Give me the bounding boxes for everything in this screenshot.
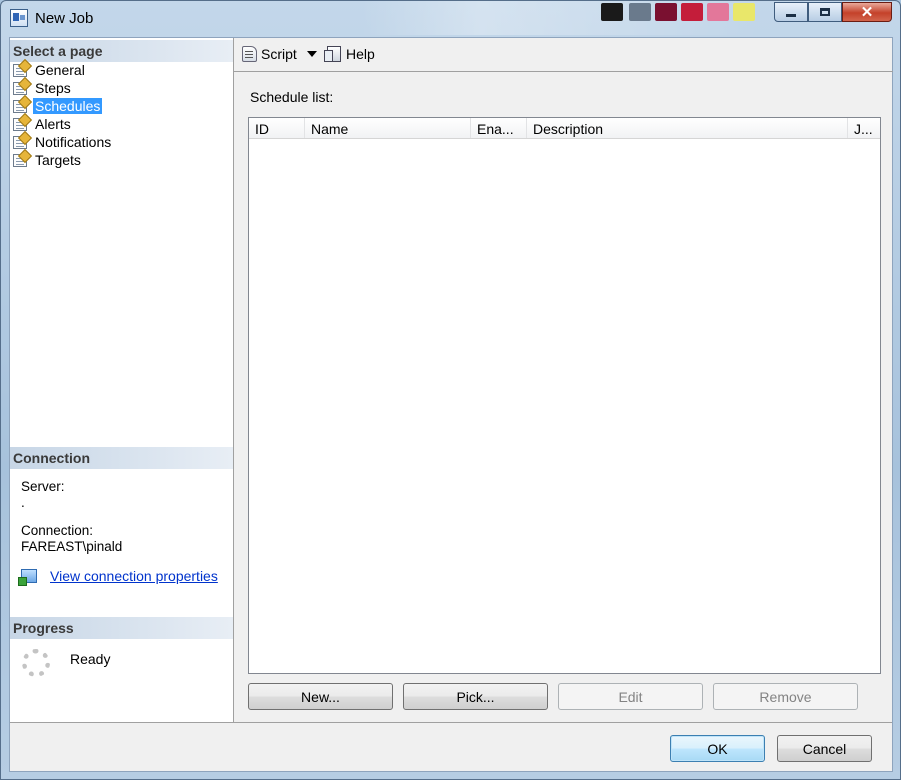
dialog-client-area: Select a page General Steps Schedules Al…: [9, 37, 893, 772]
script-icon: [242, 46, 257, 62]
script-button[interactable]: Script: [242, 46, 317, 62]
page-item-label: Schedules: [33, 98, 103, 114]
page-item-steps[interactable]: Steps: [13, 79, 73, 97]
edit-schedule-button[interactable]: Edit: [558, 683, 703, 710]
page-item-label: Steps: [35, 80, 71, 96]
maximize-button[interactable]: [808, 2, 842, 22]
column-header-name[interactable]: Name: [305, 118, 471, 138]
column-header-id[interactable]: ID: [249, 118, 305, 138]
job-window-icon: [10, 9, 28, 27]
remove-schedule-button[interactable]: Remove: [713, 683, 858, 710]
background-swatch-black: [601, 3, 623, 21]
connection-header: Connection: [10, 447, 233, 469]
property-page-icon: [13, 63, 27, 77]
select-page-header: Select a page: [10, 40, 233, 62]
help-label: Help: [346, 46, 375, 62]
minimize-icon: [786, 13, 796, 17]
column-header-jobs[interactable]: J...: [848, 118, 880, 138]
view-connection-properties-link[interactable]: View connection properties: [18, 568, 218, 586]
close-icon: ✕: [860, 4, 874, 21]
schedule-list-header: ID Name Ena... Description J...: [249, 118, 880, 139]
cancel-button[interactable]: Cancel: [777, 735, 872, 762]
page-item-schedules[interactable]: Schedules: [13, 97, 103, 115]
right-pane: Script Help Schedule list: ID Name Ena..…: [234, 38, 893, 722]
page-item-label: Alerts: [35, 116, 71, 132]
script-label: Script: [261, 46, 297, 62]
page-item-targets[interactable]: Targets: [13, 151, 83, 169]
new-job-window: New Job ✕ Select a page General Steps Sc…: [0, 0, 901, 780]
page-item-label: Notifications: [35, 134, 112, 150]
title-bar[interactable]: New Job ✕: [1, 1, 900, 37]
minimize-button[interactable]: [774, 2, 808, 22]
close-button[interactable]: ✕: [842, 2, 892, 22]
help-button[interactable]: Help: [324, 46, 375, 62]
toolbar: Script Help: [234, 38, 893, 72]
window-title: New Job: [35, 10, 94, 27]
property-page-icon: [13, 81, 27, 95]
page-item-alerts[interactable]: Alerts: [13, 115, 73, 133]
property-page-icon: [13, 153, 27, 167]
page-item-label: General: [35, 62, 85, 78]
schedule-list[interactable]: ID Name Ena... Description J...: [248, 117, 881, 674]
page-item-label: Targets: [35, 152, 81, 168]
window-controls: ✕: [774, 2, 892, 24]
background-swatch-yellow: [733, 3, 755, 21]
new-schedule-button[interactable]: New...: [248, 683, 393, 710]
connection-value: FAREAST\pinald: [21, 539, 123, 554]
connection-properties-icon: [18, 569, 37, 586]
progress-spinner-icon: [22, 649, 50, 677]
schedule-list-label: Schedule list:: [250, 89, 334, 105]
property-page-icon: [13, 99, 27, 113]
background-swatch-maroon: [655, 3, 677, 21]
script-dropdown-arrow-icon[interactable]: [306, 51, 317, 57]
page-item-notifications[interactable]: Notifications: [13, 133, 113, 151]
property-page-icon: [13, 135, 27, 149]
server-label: Server:: [21, 479, 65, 494]
connection-label: Connection:: [21, 523, 94, 538]
ok-button[interactable]: OK: [670, 735, 765, 762]
maximize-icon: [820, 8, 830, 16]
view-connection-properties-text[interactable]: View connection properties: [50, 568, 218, 584]
server-value: .: [21, 495, 25, 510]
background-swatch-gray: [629, 3, 651, 21]
left-pane: Select a page General Steps Schedules Al…: [10, 38, 234, 722]
column-header-enabled[interactable]: Ena...: [471, 118, 527, 138]
background-swatch-pink: [707, 3, 729, 21]
column-header-description[interactable]: Description: [527, 118, 848, 138]
pick-schedule-button[interactable]: Pick...: [403, 683, 548, 710]
dialog-footer: OK Cancel: [10, 722, 892, 771]
progress-header: Progress: [10, 617, 233, 639]
background-swatch-red: [681, 3, 703, 21]
property-page-icon: [13, 117, 27, 131]
help-icon: [324, 46, 341, 62]
progress-status: Ready: [70, 651, 111, 667]
